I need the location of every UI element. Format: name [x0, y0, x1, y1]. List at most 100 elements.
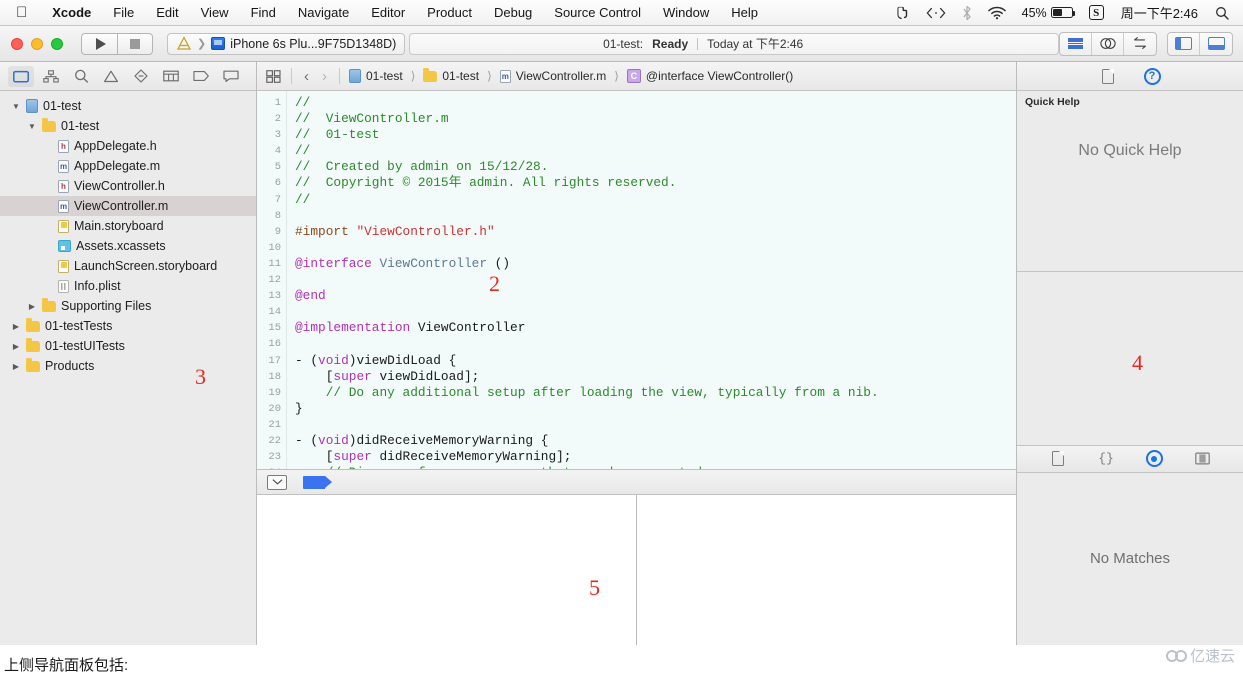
navigator-row-ViewController.m[interactable]: m ViewController.m	[0, 196, 256, 216]
related-files-icon[interactable]	[265, 69, 282, 84]
code-line[interactable]: - (void)viewDidLoad {	[295, 353, 1016, 369]
run-button[interactable]	[81, 32, 117, 55]
code-line[interactable]: // Do any additional setup after loading…	[295, 385, 1016, 401]
disclosure-triangle-icon[interactable]: ▶	[27, 302, 37, 311]
breadcrumb-project[interactable]: 01-test	[349, 69, 403, 83]
source-code-text[interactable]: //// ViewController.m// 01-test//// Crea…	[287, 91, 1016, 469]
navigate-back-button[interactable]: ‹	[301, 69, 312, 84]
code-line[interactable]: @interface ViewController ()	[295, 256, 1016, 272]
angle-brackets-icon[interactable]	[918, 0, 954, 26]
menu-file[interactable]: File	[102, 0, 145, 26]
code-line[interactable]	[295, 272, 1016, 288]
menu-window[interactable]: Window	[652, 0, 720, 26]
symbol-navigator-tab[interactable]	[38, 66, 64, 87]
source-code-editor[interactable]: 1234567891011121314151617181920212223242…	[257, 91, 1016, 469]
menu-product[interactable]: Product	[416, 0, 483, 26]
navigator-row-01-testTests[interactable]: ▶ 01-testTests	[0, 316, 256, 336]
breadcrumb-group[interactable]: 01-test	[423, 68, 479, 83]
menu-debug[interactable]: Debug	[483, 0, 543, 26]
code-line[interactable]: @implementation ViewController	[295, 320, 1016, 336]
code-line[interactable]: // Copyright © 2015年 admin. All rights r…	[295, 175, 1016, 191]
object-library-tab[interactable]	[1143, 449, 1165, 469]
code-line[interactable]: //	[295, 143, 1016, 159]
code-line[interactable]: // Dispose of any resources that can be …	[295, 465, 1016, 469]
code-line[interactable]	[295, 208, 1016, 224]
menu-xcode[interactable]: Xcode	[41, 0, 102, 26]
menubar-clock[interactable]: 周一下午2:46	[1112, 3, 1207, 22]
code-snippet-library-tab[interactable]: {}	[1095, 449, 1117, 469]
variables-view-pane[interactable]	[257, 495, 637, 645]
menu-view[interactable]: View	[190, 0, 240, 26]
menu-edit[interactable]: Edit	[145, 0, 189, 26]
menu-source-control[interactable]: Source Control	[543, 0, 652, 26]
scheme-selector[interactable]: ❯ iPhone 6s Plu...9F75D1348D)	[167, 32, 406, 55]
toggle-navigator-button[interactable]	[1168, 32, 1200, 55]
input-method-icon[interactable]: S	[1081, 0, 1112, 26]
code-line[interactable]	[295, 417, 1016, 433]
toggle-debug-area-button[interactable]	[267, 474, 287, 490]
assistant-editor-button[interactable]	[1092, 32, 1124, 55]
issue-navigator-tab[interactable]	[98, 66, 124, 87]
code-line[interactable]: [super didReceiveMemoryWarning];	[295, 449, 1016, 465]
breadcrumb-file[interactable]: m ViewController.m	[499, 69, 606, 83]
console-pane[interactable]	[637, 495, 1016, 645]
project-navigator-tree[interactable]: ▼ 01-test ▼ 01-test h AppDelegate.h m AppDelega…	[0, 91, 256, 645]
code-line[interactable]: @end	[295, 288, 1016, 304]
breakpoint-navigator-tab[interactable]	[188, 66, 214, 87]
navigator-row-01-test[interactable]: ▼ 01-test	[0, 96, 256, 116]
disclosure-triangle-icon[interactable]: ▼	[27, 122, 37, 131]
toggle-debug-area-button[interactable]	[1200, 33, 1232, 55]
code-line[interactable]	[295, 304, 1016, 320]
navigator-row-Supporting-Files[interactable]: ▶ Supporting Files	[0, 296, 256, 316]
test-navigator-tab[interactable]	[128, 66, 154, 87]
code-line[interactable]: // 01-test	[295, 127, 1016, 143]
code-line[interactable]: #import "ViewController.h"	[295, 224, 1016, 240]
code-line[interactable]: // ViewController.m	[295, 111, 1016, 127]
navigate-forward-button[interactable]: ›	[319, 69, 330, 84]
apple-logo-icon[interactable]: 	[0, 5, 41, 20]
disclosure-triangle-icon[interactable]: ▶	[11, 322, 21, 331]
breadcrumb-symbol[interactable]: C @interface ViewController()	[626, 69, 793, 83]
disclosure-triangle-icon[interactable]: ▶	[11, 342, 21, 351]
battery-status[interactable]: 45%	[1014, 0, 1081, 26]
navigator-row-Products[interactable]: ▶ Products	[0, 356, 256, 376]
close-window-button[interactable]	[11, 37, 23, 50]
find-navigator-tab[interactable]	[68, 66, 94, 87]
code-line[interactable]	[295, 336, 1016, 352]
quick-help-inspector-tab[interactable]: ?	[1141, 66, 1163, 86]
wifi-icon[interactable]	[980, 0, 1014, 26]
navigator-row-Assets.xcassets[interactable]: Assets.xcassets	[0, 236, 256, 256]
code-line[interactable]: // Created by admin on 15/12/28.	[295, 159, 1016, 175]
media-library-tab[interactable]	[1191, 449, 1213, 469]
bluetooth-icon[interactable]	[954, 0, 980, 26]
standard-editor-button[interactable]	[1060, 32, 1092, 55]
maximize-window-button[interactable]	[51, 37, 63, 50]
navigator-row-ViewController.h[interactable]: h ViewController.h	[0, 176, 256, 196]
navigator-row-Info.plist[interactable]: Info.plist	[0, 276, 256, 296]
disclosure-triangle-icon[interactable]: ▶	[11, 362, 21, 371]
activate-breakpoints-button[interactable]	[303, 475, 332, 489]
code-line[interactable]: }	[295, 401, 1016, 417]
version-editor-button[interactable]	[1124, 33, 1156, 55]
navigator-row-01-testUITests[interactable]: ▶ 01-testUITests	[0, 336, 256, 356]
report-navigator-tab[interactable]	[218, 66, 244, 87]
menu-help[interactable]: Help	[720, 0, 769, 26]
disclosure-triangle-icon[interactable]: ▼	[11, 102, 21, 111]
code-line[interactable]: //	[295, 192, 1016, 208]
navigator-row-01-test[interactable]: ▼ 01-test	[0, 116, 256, 136]
evernote-elephant-icon[interactable]	[887, 0, 918, 26]
code-line[interactable]	[295, 240, 1016, 256]
stop-button[interactable]	[117, 32, 153, 55]
spotlight-search-icon[interactable]	[1207, 0, 1243, 26]
navigator-row-LaunchScreen.storyboard[interactable]: LaunchScreen.storyboard	[0, 256, 256, 276]
navigator-row-Main.storyboard[interactable]: Main.storyboard	[0, 216, 256, 236]
minimize-window-button[interactable]	[31, 37, 43, 50]
navigator-row-AppDelegate.h[interactable]: h AppDelegate.h	[0, 136, 256, 156]
code-line[interactable]: //	[295, 95, 1016, 111]
project-navigator-tab[interactable]	[8, 65, 34, 87]
menu-navigate[interactable]: Navigate	[287, 0, 360, 26]
menu-find[interactable]: Find	[240, 0, 287, 26]
code-line[interactable]: [super viewDidLoad];	[295, 369, 1016, 385]
file-template-library-tab[interactable]	[1047, 449, 1069, 469]
file-inspector-tab[interactable]	[1097, 66, 1119, 86]
